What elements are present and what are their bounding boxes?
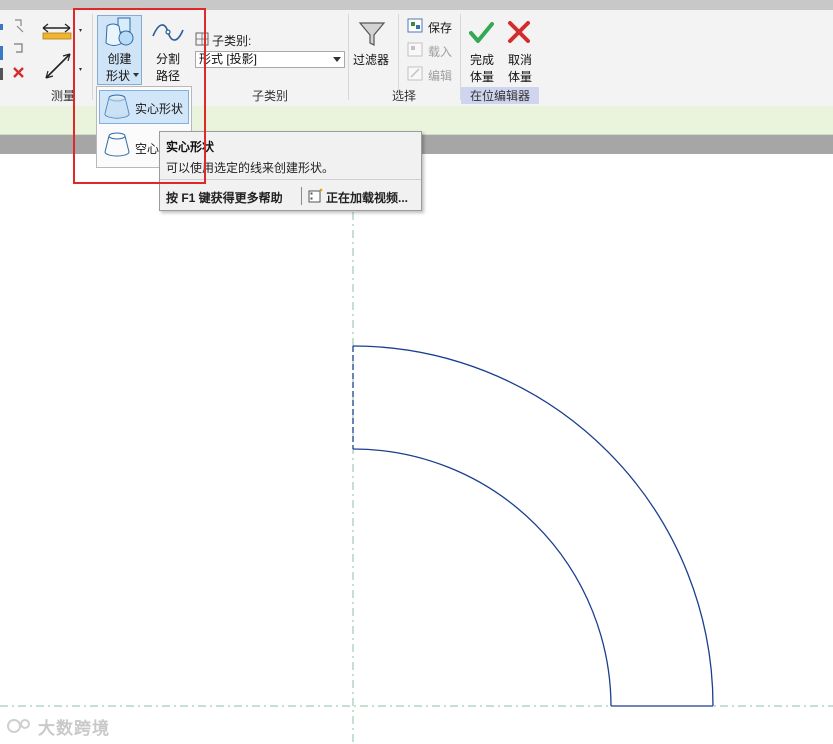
annotation-highlight-box (73, 8, 206, 184)
tooltip-help-text: 按 F1 键获得更多帮助 (166, 191, 283, 205)
modify-tools-icon[interactable] (0, 16, 32, 84)
panel-separator (398, 14, 399, 100)
panel-separator (348, 14, 349, 100)
save-group-icon[interactable] (407, 18, 423, 33)
inner-arc[interactable] (352, 448, 612, 707)
drawing-canvas[interactable] (0, 154, 833, 744)
in-place-editor-panel-label: 在位编辑器 (469, 89, 530, 103)
subcategory-label: 子类别: (212, 34, 252, 48)
watermark-logo-icon (7, 719, 30, 733)
watermark-text: 大数跨境 (38, 719, 110, 738)
edit-group-icon[interactable] (407, 66, 423, 81)
chevron-down-icon (333, 57, 341, 62)
subcategory-select[interactable]: 形式 [投影] (195, 51, 345, 68)
cancel-mass-label-2[interactable]: 体量 (502, 69, 538, 85)
save-group-label[interactable]: 保存 (428, 19, 452, 36)
cancel-mass-label-1[interactable]: 取消 (502, 52, 538, 68)
load-group-label[interactable]: 载入 (428, 43, 452, 60)
load-group-icon[interactable] (407, 42, 423, 57)
select-panel-label: 选择 (391, 89, 416, 103)
checkmark-icon[interactable] (468, 20, 496, 46)
cancel-x-icon[interactable] (507, 20, 531, 46)
tooltip-separator (301, 187, 302, 205)
finish-mass-label-2[interactable]: 体量 (464, 69, 500, 85)
subcategory-panel-label: 子类别 (251, 89, 288, 103)
finish-mass-label-1[interactable]: 完成 (464, 52, 500, 68)
tooltip-video-link[interactable]: 正在加载视频... (326, 189, 408, 206)
filter-icon[interactable] (358, 20, 386, 48)
subcategory-value: 形式 [投影] (199, 52, 258, 66)
filter-button-label[interactable]: 过滤器 (350, 52, 392, 68)
outer-arc[interactable] (352, 345, 714, 707)
edit-group-label[interactable]: 编辑 (428, 67, 452, 84)
video-icon (308, 188, 323, 203)
